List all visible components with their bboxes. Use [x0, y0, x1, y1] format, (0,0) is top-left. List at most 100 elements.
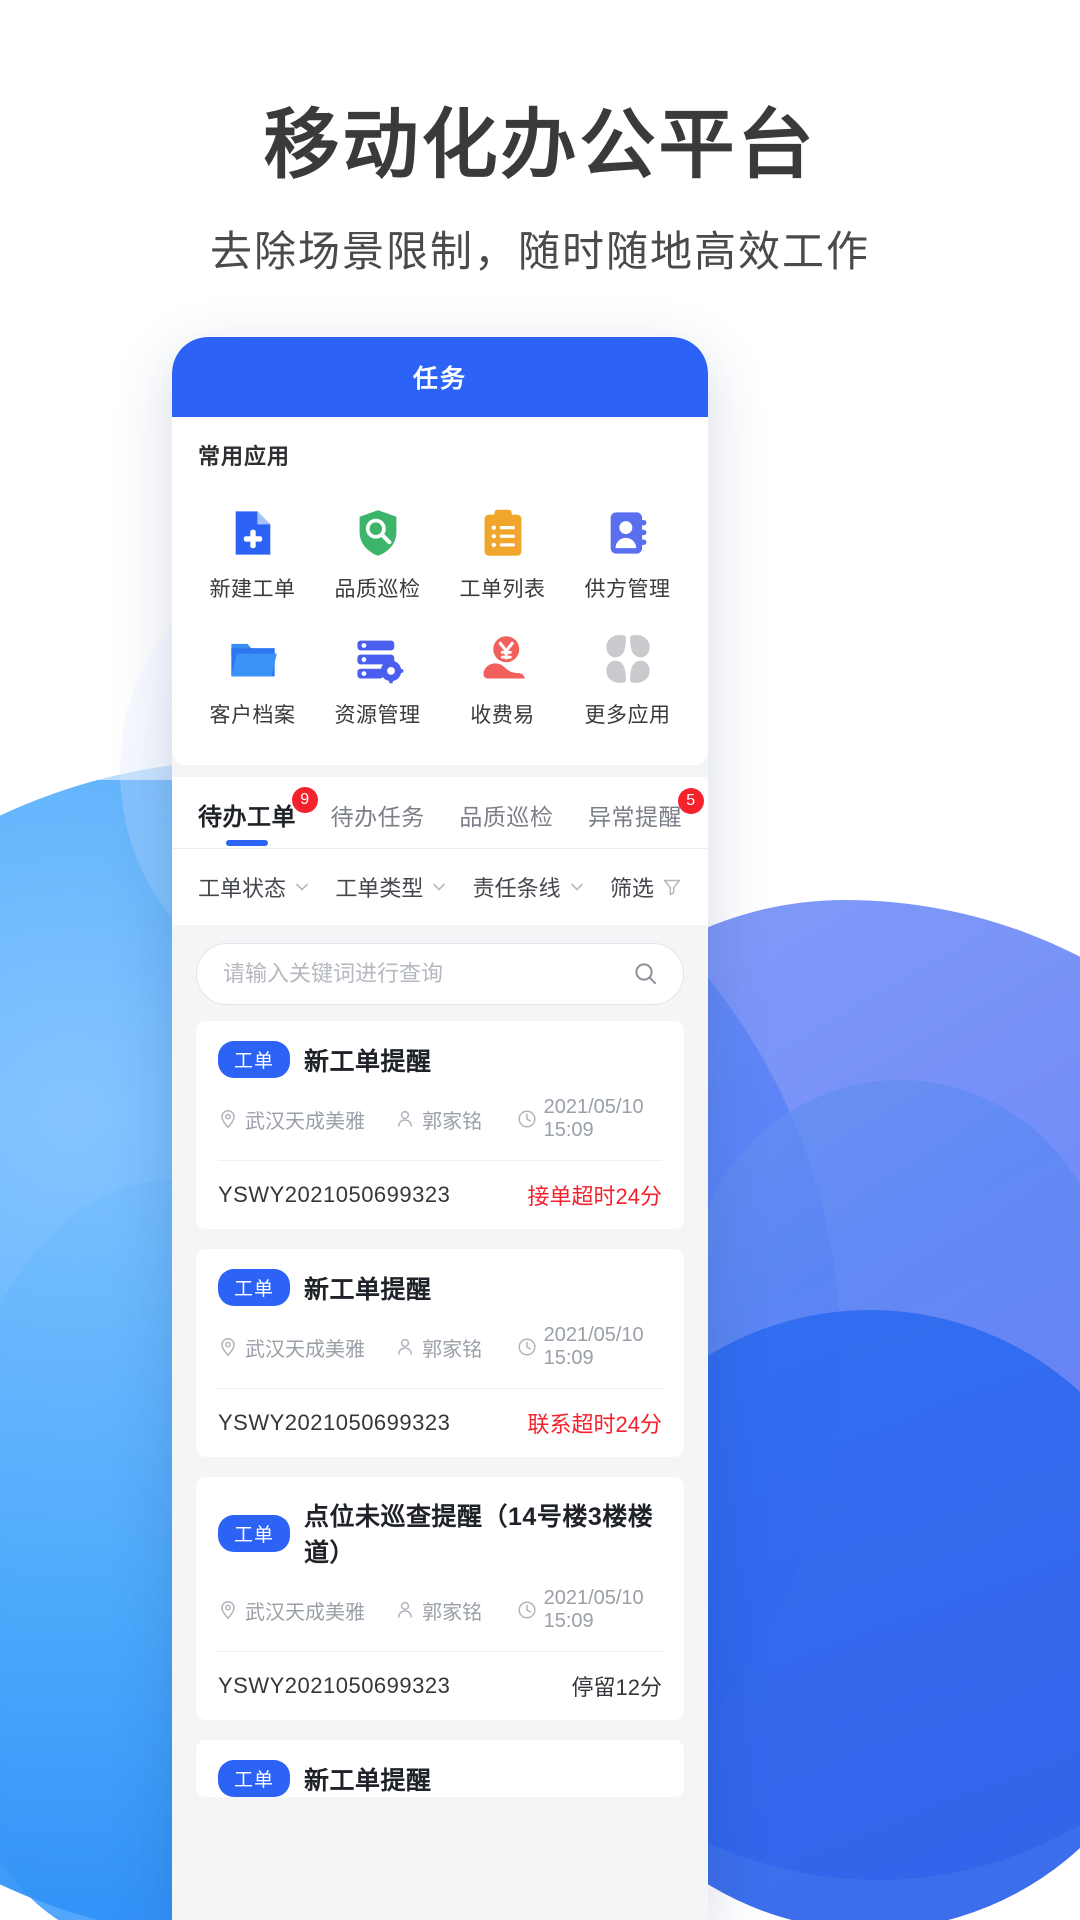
ticket-meta: 武汉天成美雅 郭家铭 2021/05/10 15:09 — [218, 1306, 662, 1388]
ticket-time: 2021/05/10 15:09 — [517, 1587, 662, 1633]
tab-label: 异常提醒 — [587, 804, 682, 830]
tab-quality-inspection[interactable]: 品质巡检 — [459, 798, 553, 848]
page-subtitle: 去除场景限制，随时随地高效工作 — [209, 227, 870, 275]
ticket-location-text: 武汉天成美雅 — [245, 1110, 365, 1133]
filter-responsibility-line[interactable]: 责任条线 — [473, 871, 585, 903]
phone-mockup: 任务 常用应用 新建工单 品质巡检 工单列表 供方管理 客户档案 资源管理 收费… — [172, 337, 708, 1920]
ticket-footer: YSWY2021050699323 停留12分 — [218, 1651, 662, 1720]
ticket-header: 工单 点位未巡查提醒（14号楼3楼楼道） — [218, 1497, 662, 1569]
app-label: 供方管理 — [584, 578, 671, 601]
shield-search-icon — [359, 510, 396, 556]
ticket-status: 接单超时24分 — [527, 1184, 662, 1209]
app-item-more-apps[interactable]: 更多应用 — [565, 619, 690, 739]
filter-ticket-status[interactable]: 工单状态 — [198, 871, 310, 903]
tab-label: 品质巡检 — [459, 804, 554, 830]
ticket-tabs-container: 待办工单 9 待办任务 品质巡检 异常提醒 5 工单状态 工单类型 责任条线 筛… — [172, 777, 708, 925]
ticket-footer: YSWY2021050699323 联系超时24分 — [218, 1388, 662, 1457]
grid-clover-icon — [605, 635, 650, 683]
app-item-ticket-list[interactable]: 工单列表 — [440, 493, 565, 613]
ticket-meta: 武汉天成美雅 郭家铭 2021/05/10 15:09 — [218, 1078, 662, 1160]
chevron-down-icon — [296, 883, 308, 891]
folder-icon — [230, 643, 277, 677]
ticket-title: 点位未巡查提醒（14号楼3楼楼道） — [304, 1503, 654, 1567]
ticket-time-text: 2021/05/10 15:09 — [543, 1324, 644, 1369]
person-icon — [398, 1110, 413, 1127]
tab-badge-count: 9 — [292, 787, 318, 813]
funnel-icon — [663, 879, 681, 896]
app-label: 收费易 — [470, 704, 535, 727]
ticket-header: 工单 新工单提醒 — [218, 1041, 662, 1078]
status-badge: 工单 — [218, 1514, 291, 1552]
tab-pending-tickets[interactable]: 待办工单 9 — [198, 787, 318, 848]
ticket-title: 新工单提醒 — [304, 1047, 432, 1076]
app-item-quality-inspection[interactable]: 品质巡检 — [315, 493, 440, 613]
clock-icon — [518, 1601, 536, 1619]
ticket-header: 工单 新工单提醒 — [218, 1760, 662, 1797]
app-bar-title: 任务 — [412, 365, 467, 393]
search-box[interactable] — [196, 943, 684, 1005]
ticket-person: 郭家铭 — [395, 1105, 506, 1134]
filter-more[interactable]: 筛选 — [610, 871, 682, 903]
ticket-location-text: 武汉天成美雅 — [245, 1338, 365, 1361]
chevron-down-icon — [570, 883, 583, 891]
filter-label: 责任条线 — [472, 876, 561, 901]
search-zone — [172, 925, 708, 1011]
contact-book-icon — [610, 512, 646, 554]
filter-label: 工单类型 — [335, 876, 424, 901]
table-row[interactable]: 工单 新工单提醒 — [196, 1740, 684, 1797]
ticket-person-text: 郭家铭 — [422, 1601, 483, 1624]
ticket-time-text: 2021/05/10 15:09 — [543, 1096, 644, 1141]
location-pin-icon — [221, 1110, 235, 1129]
app-label: 工单列表 — [459, 578, 546, 601]
table-row[interactable]: 工单 点位未巡查提醒（14号楼3楼楼道） 武汉天成美雅 郭家铭 2021/05/… — [196, 1477, 684, 1720]
server-gear-icon — [356, 640, 403, 684]
status-badge: 工单 — [218, 1041, 291, 1078]
common-apps-heading: 常用应用 — [198, 444, 291, 469]
search-icon[interactable] — [633, 961, 659, 987]
hero-text-block: 移动化办公平台 去除场景限制，随时随地高效工作 — [0, 104, 1080, 279]
ticket-location: 武汉天成美雅 — [218, 1596, 385, 1625]
ticket-status: 停留12分 — [571, 1675, 662, 1700]
ticket-person-text: 郭家铭 — [422, 1110, 483, 1133]
ticket-location: 武汉天成美雅 — [218, 1105, 385, 1134]
ticket-location-text: 武汉天成美雅 — [245, 1601, 365, 1624]
ticket-time: 2021/05/10 15:09 — [517, 1096, 662, 1142]
clipboard-list-icon — [484, 509, 521, 556]
table-row[interactable]: 工单 新工单提醒 武汉天成美雅 郭家铭 2021/05/10 15:09 YSW… — [196, 1249, 684, 1457]
hand-yuan-icon — [483, 636, 525, 679]
table-row[interactable]: 工单 新工单提醒 武汉天成美雅 郭家铭 2021/05/10 15:09 YSW… — [196, 1021, 684, 1229]
tab-exception-alerts[interactable]: 异常提醒 5 — [587, 788, 704, 848]
search-input[interactable] — [223, 961, 633, 987]
app-item-customer-files[interactable]: 客户档案 — [190, 619, 315, 739]
document-plus-icon — [235, 511, 270, 555]
ticket-title: 新工单提醒 — [304, 1766, 432, 1795]
ticket-code: YSWY2021050699323 — [218, 1410, 451, 1435]
app-screen-body: 常用应用 新建工单 品质巡检 工单列表 供方管理 客户档案 资源管理 收费易 更… — [172, 417, 708, 1920]
filter-ticket-type[interactable]: 工单类型 — [335, 871, 447, 903]
app-item-resource-management[interactable]: 资源管理 — [315, 619, 440, 739]
tab-pending-tasks[interactable]: 待办任务 — [331, 798, 425, 848]
app-item-supplier-management[interactable]: 供方管理 — [565, 493, 690, 613]
app-item-new-ticket[interactable]: 新建工单 — [190, 493, 315, 613]
status-badge: 工单 — [218, 1269, 291, 1306]
person-icon — [398, 1338, 413, 1355]
location-pin-icon — [221, 1338, 235, 1357]
app-label: 更多应用 — [584, 704, 671, 727]
ticket-title: 新工单提醒 — [304, 1275, 432, 1304]
tab-label: 待办工单 — [198, 804, 296, 831]
app-item-payment[interactable]: 收费易 — [440, 619, 565, 739]
person-icon — [398, 1601, 413, 1618]
ticket-person: 郭家铭 — [395, 1596, 506, 1625]
filter-label: 工单状态 — [198, 876, 287, 901]
status-badge: 工单 — [218, 1760, 291, 1797]
ticket-code: YSWY2021050699323 — [218, 1182, 451, 1207]
ticket-meta: 武汉天成美雅 郭家铭 2021/05/10 15:09 — [218, 1569, 662, 1651]
app-top-bar: 任务 — [172, 337, 708, 417]
ticket-header: 工单 新工单提醒 — [218, 1269, 662, 1306]
ticket-time: 2021/05/10 15:09 — [517, 1324, 662, 1370]
location-pin-icon — [221, 1601, 235, 1620]
ticket-tabs: 待办工单 9 待办任务 品质巡检 异常提醒 5 — [172, 777, 708, 848]
clock-icon — [518, 1338, 536, 1356]
common-apps-panel: 常用应用 新建工单 品质巡检 工单列表 供方管理 客户档案 资源管理 收费易 更… — [172, 417, 708, 765]
filter-bar: 工单状态 工单类型 责任条线 筛选 — [172, 849, 708, 925]
